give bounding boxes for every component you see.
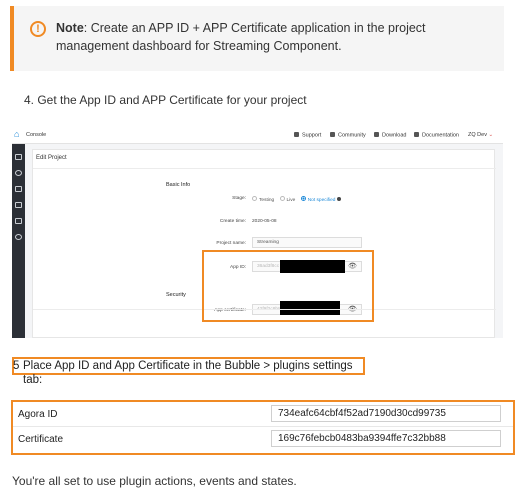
basic-info-heading: Basic Info [166, 182, 191, 188]
project-name-input[interactable]: Streaming [252, 237, 362, 248]
edit-project-title: Edit Project [36, 155, 67, 161]
radio-icon [252, 196, 257, 201]
app-credentials-highlight [202, 250, 374, 322]
agora-id-input[interactable]: 734eafc64cbf4f52ad7190d30cd99735 [271, 405, 501, 422]
step-4-text: 4. Get the App ID and APP Certificate fo… [24, 93, 307, 107]
step-5-body: Place App ID and App Certificate in the … [23, 360, 353, 386]
chevron-down-icon: ⌄ [488, 132, 494, 138]
radio-icon [279, 196, 285, 201]
exclamation-icon: ! [30, 21, 46, 37]
nav-support[interactable]: Support [294, 132, 321, 139]
home-icon: ⌂ [14, 129, 20, 139]
nav-community[interactable]: Community [330, 132, 366, 139]
stage-not-specified[interactable]: Not specified [300, 196, 335, 203]
nav-download-label: Download [382, 132, 407, 139]
stage-testing[interactable]: Testing [252, 196, 274, 203]
step-5-number: 5 [13, 360, 20, 372]
download-icon [374, 132, 379, 137]
nav-documentation-label: Documentation [422, 132, 459, 139]
create-time-label: Create time: [219, 219, 246, 224]
note-body: : Create an APP ID + APP Certificate app… [56, 21, 426, 53]
console-topbar: ⌂ Console Support Community Download Doc… [12, 127, 503, 144]
community-icon [330, 132, 335, 137]
step-5-text: 5 Place App ID and App Certificate in the… [12, 357, 365, 386]
table-row: Agora ID 734eafc64cbf4f52ad7190d30cd9973… [13, 402, 513, 427]
console-brand: Console [26, 132, 47, 138]
final-text: You're all set to use plugin actions, ev… [12, 474, 297, 488]
nav-support-label: Support [302, 132, 322, 139]
nav-user[interactable]: ZQ Dev ⌄ [468, 132, 493, 138]
projects-icon[interactable] [15, 170, 22, 176]
members-icon[interactable] [15, 234, 22, 240]
note-text: Note: Create an APP ID + APP Certificate… [56, 19, 496, 55]
billing-icon[interactable] [15, 218, 22, 224]
project-name-label: Project name: [216, 241, 246, 246]
stats-icon[interactable] [15, 202, 22, 208]
divider [33, 168, 496, 169]
nav-community-label: Community [338, 132, 366, 139]
nav-user-label: ZQ Dev [468, 132, 487, 138]
radio-selected-icon [300, 196, 306, 201]
table-row: Certificate 169c76febcb0483ba9394ffe7c32… [13, 427, 513, 452]
create-time-value: 2020-05-08 [252, 219, 277, 224]
plugin-settings-table: Agora ID 734eafc64cbf4f52ad7190d30cd9973… [11, 400, 515, 455]
console-sidebar [12, 144, 25, 338]
note-callout: ! Note: Create an APP ID + APP Certifica… [10, 6, 504, 71]
certificate-input[interactable]: 169c76febcb0483ba9394ffe7c32bb88 [271, 430, 501, 447]
dashboard-icon[interactable] [15, 154, 22, 160]
documentation-icon [414, 132, 419, 137]
agora-id-label: Agora ID [18, 409, 58, 420]
stage-label: Stage: [232, 196, 246, 201]
support-icon [294, 132, 299, 137]
security-heading: Security [166, 292, 186, 298]
stage-options: Testing Live Not specified [252, 196, 342, 203]
stage-live[interactable]: Live [279, 196, 295, 203]
nav-documentation[interactable]: Documentation [414, 132, 459, 139]
nav-download[interactable]: Download [374, 132, 406, 139]
help-icon [337, 196, 342, 201]
certificate-label: Certificate [18, 434, 64, 445]
layers-icon[interactable] [15, 186, 22, 192]
note-bold-label: Note [56, 21, 84, 35]
